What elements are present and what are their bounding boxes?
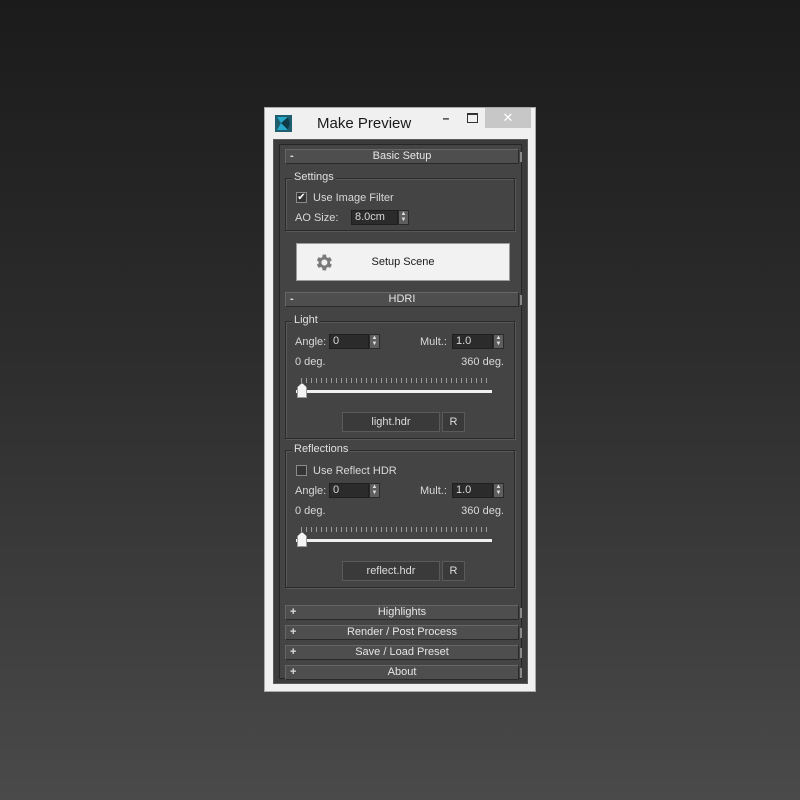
gear-icon <box>316 254 332 271</box>
spin-down-icon[interactable]: ▼ <box>494 490 503 496</box>
reflect-hdr-file-button[interactable]: reflect.hdr <box>342 561 440 581</box>
reflect-hdr-reset-button[interactable]: R <box>442 561 465 581</box>
spin-down-icon[interactable]: ▼ <box>494 341 503 347</box>
reflect-mult-spinner[interactable]: 1.0 ▲ ▼ <box>452 483 505 498</box>
rollout-title: About <box>387 666 417 678</box>
expand-icon: + <box>290 606 297 618</box>
light-angle-spinner[interactable]: 0 ▲ ▼ <box>329 334 381 349</box>
app-icon <box>275 115 292 132</box>
slider-track[interactable] <box>296 539 492 542</box>
rollout-title: Save / Load Preset <box>355 646 449 658</box>
expand-icon: + <box>290 646 297 658</box>
light-angle-input[interactable]: 0 <box>329 334 369 349</box>
settings-group: Settings ✔ Use Image Filter AO Size: 8.0… <box>285 171 515 231</box>
light-mult-input[interactable]: 1.0 <box>452 334 493 349</box>
make-preview-window: Make Preview – ✕ - Basic Setup Settings … <box>264 107 536 692</box>
minimize-button[interactable]: – <box>433 108 459 128</box>
rollout-header-render-post-process[interactable]: + Render / Post Process <box>285 625 522 640</box>
rollout-header-highlights[interactable]: + Highlights <box>285 605 522 620</box>
light-max-label: 360 deg. <box>461 356 504 368</box>
group-label-settings: Settings <box>292 171 336 183</box>
expand-icon: + <box>290 666 297 678</box>
maximize-button[interactable] <box>459 108 485 128</box>
slider-thumb[interactable] <box>297 532 307 547</box>
light-group: Light Angle: 0 ▲ ▼ Mult.: 1.0 ▲ ▼ 0 deg.… <box>285 314 515 439</box>
rollout-header-about[interactable]: + About <box>285 665 522 680</box>
light-min-label: 0 deg. <box>295 356 326 368</box>
rollout-header-save-load-preset[interactable]: + Save / Load Preset <box>285 645 522 660</box>
title-bar[interactable]: Make Preview – ✕ <box>265 108 535 140</box>
light-hdr-file-button[interactable]: light.hdr <box>342 412 440 432</box>
setup-scene-button[interactable]: Setup Scene <box>296 243 510 281</box>
setup-scene-label: Setup Scene <box>371 256 435 268</box>
close-button[interactable]: ✕ <box>485 108 531 128</box>
reflect-max-label: 360 deg. <box>461 505 504 517</box>
light-angle-arrows[interactable]: ▲ ▼ <box>369 334 380 349</box>
check-icon: ✔ <box>297 192 306 203</box>
light-angle-slider[interactable] <box>296 378 494 404</box>
rollout-title: HDRI <box>388 293 416 305</box>
rollout-header-basic-setup[interactable]: - Basic Setup <box>285 149 522 164</box>
ao-size-arrows[interactable]: ▲ ▼ <box>398 210 409 225</box>
rollout-title: Highlights <box>377 606 427 618</box>
reflect-angle-label: Angle: <box>295 485 327 497</box>
rollout-edge-icon <box>520 648 522 658</box>
use-reflect-hdr-checkbox[interactable] <box>296 465 307 476</box>
reflections-group: Reflections Use Reflect HDR Angle: 0 ▲ ▼… <box>285 443 515 588</box>
reflect-angle-input[interactable]: 0 <box>329 483 369 498</box>
reflect-angle-arrows[interactable]: ▲ ▼ <box>369 483 380 498</box>
light-hdr-reset-button[interactable]: R <box>442 412 465 432</box>
light-angle-label: Angle: <box>295 336 327 348</box>
rollout-edge-icon <box>520 295 522 305</box>
rollout-edge-icon <box>520 152 522 162</box>
slider-thumb[interactable] <box>297 383 307 398</box>
ao-size-spinner[interactable]: 8.0cm ▲ ▼ <box>351 210 411 225</box>
use-reflect-hdr-label: Use Reflect HDR <box>313 465 397 477</box>
ao-size-input[interactable]: 8.0cm <box>351 210 398 225</box>
rollout-edge-icon <box>520 608 522 618</box>
slider-ticks <box>301 378 487 383</box>
reflect-angle-slider[interactable] <box>296 527 494 553</box>
use-image-filter-checkbox[interactable]: ✔ <box>296 192 307 203</box>
window-title: Make Preview <box>317 115 412 132</box>
reflect-min-label: 0 deg. <box>295 505 326 517</box>
collapse-icon: - <box>290 293 294 305</box>
group-label-light: Light <box>292 314 320 326</box>
reflect-mult-input[interactable]: 1.0 <box>452 483 493 498</box>
rollout-title: Basic Setup <box>372 150 432 162</box>
light-mult-arrows[interactable]: ▲ ▼ <box>493 334 504 349</box>
reflect-mult-label: Mult.: <box>420 485 447 497</box>
rollout-header-hdri[interactable]: - HDRI <box>285 292 522 307</box>
rollout-title: Render / Post Process <box>346 626 458 638</box>
ao-size-label: AO Size: <box>295 212 339 224</box>
spin-down-icon[interactable]: ▼ <box>370 341 379 347</box>
reflect-angle-spinner[interactable]: 0 ▲ ▼ <box>329 483 381 498</box>
slider-ticks <box>301 527 487 532</box>
light-mult-spinner[interactable]: 1.0 ▲ ▼ <box>452 334 505 349</box>
expand-icon: + <box>290 626 297 638</box>
rollout-panel: - Basic Setup Settings ✔ Use Image Filte… <box>273 139 528 684</box>
spin-down-icon[interactable]: ▼ <box>399 217 408 223</box>
reflect-mult-arrows[interactable]: ▲ ▼ <box>493 483 504 498</box>
rollout-container: - Basic Setup Settings ✔ Use Image Filte… <box>279 144 522 680</box>
rollout-edge-icon <box>520 668 522 678</box>
slider-track[interactable] <box>296 390 492 393</box>
collapse-icon: - <box>290 150 294 162</box>
use-image-filter-label: Use Image Filter <box>313 192 394 204</box>
spin-down-icon[interactable]: ▼ <box>370 490 379 496</box>
rollout-edge-icon <box>520 628 522 638</box>
light-mult-label: Mult.: <box>420 336 447 348</box>
group-label-reflections: Reflections <box>292 443 351 455</box>
